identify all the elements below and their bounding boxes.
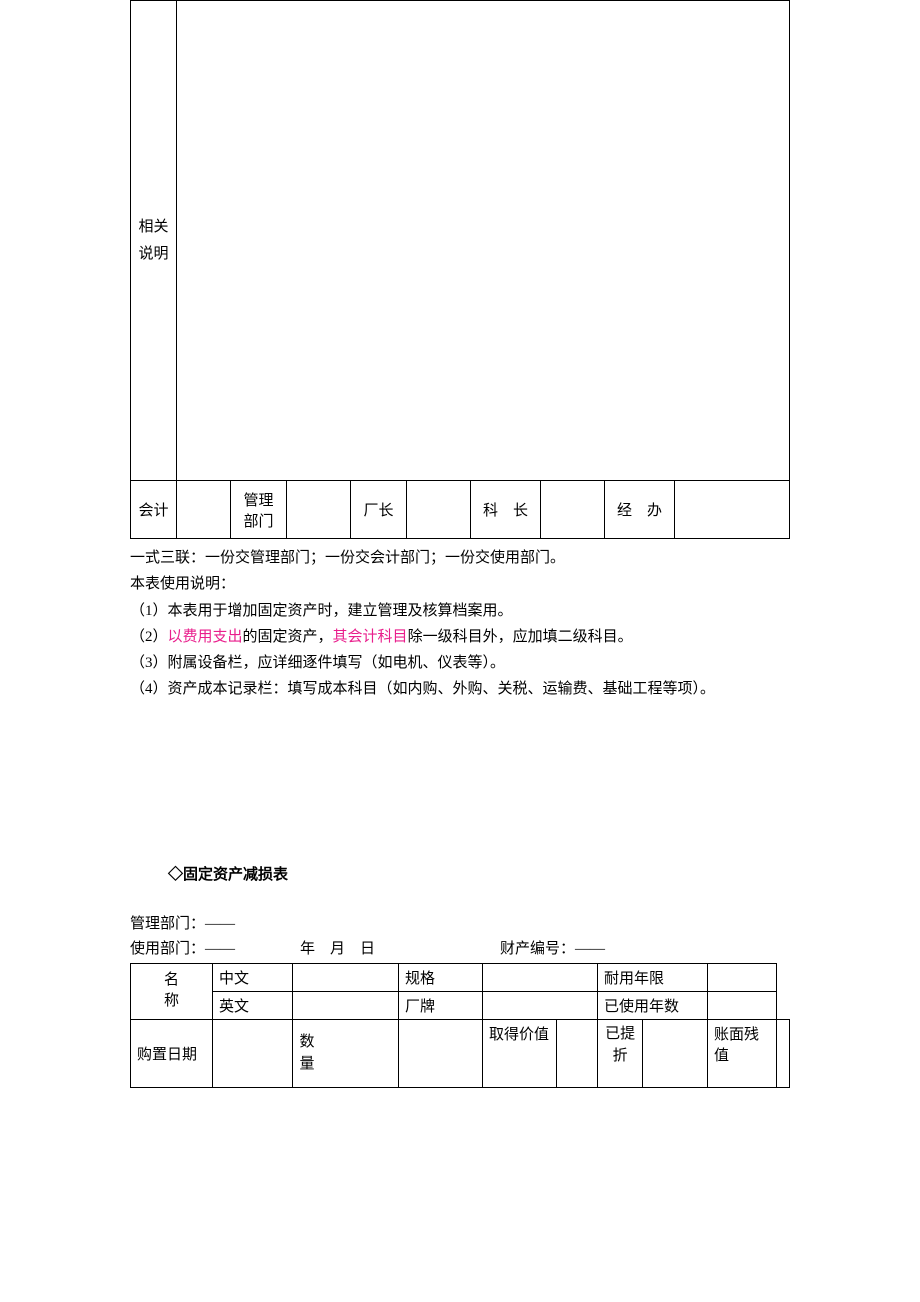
- empty-cell: [643, 1019, 708, 1087]
- mgmt-dept-label: 管理部门：: [130, 916, 205, 932]
- signer-mgmt-dept: 管理部门: [231, 481, 287, 539]
- chinese-label: 中文: [213, 963, 293, 991]
- purchase-date-label: 购置日期: [131, 1019, 213, 1087]
- brand-label: 厂牌: [399, 991, 483, 1019]
- signer-accounting: 会计: [131, 481, 177, 539]
- related-notes-label: 相关说明: [131, 1, 177, 481]
- empty-cell: [177, 481, 231, 539]
- use-dept-value: ——: [205, 941, 235, 957]
- property-no-label: 财产编号：: [500, 941, 575, 957]
- note-line: （2）以费用支出的固定资产，其会计科目除一级科目外，应加填二级科目。: [130, 624, 790, 650]
- english-label: 英文: [213, 991, 293, 1019]
- table-row: 会计 管理部门 厂长 科 长 经 办: [131, 481, 790, 539]
- empty-cell: [708, 991, 777, 1019]
- note-line: 一式三联：一份交管理部门；一份交会计部门；一份交使用部门。: [130, 545, 790, 571]
- text: 称: [164, 993, 179, 1009]
- empty-cell: [399, 1019, 483, 1087]
- note-line: （3）附属设备栏，应详细逐件填写（如电机、仪表等）。: [130, 650, 790, 676]
- empty-cell: [483, 963, 598, 991]
- used-years-label: 已使用年数: [598, 991, 708, 1019]
- related-notes-content: [177, 1, 790, 481]
- empty-cell: [556, 1019, 597, 1087]
- property-no-value: ——: [575, 941, 605, 957]
- note-line: 本表使用说明：: [130, 571, 790, 597]
- section-title: ◇固定资产减损表: [168, 863, 790, 884]
- table-row: 购置日期 数量 取得价值 已提折 账面残值: [131, 1019, 790, 1087]
- meta-line-1: 管理部门：——: [130, 912, 790, 938]
- date-field: 年 月 日: [300, 937, 500, 963]
- acquired-value-label: 取得价值: [483, 1019, 557, 1087]
- meta-line-2: 使用部门：—— 年 月 日 财产编号：——: [130, 937, 790, 963]
- highlight-text: 以费用支出: [168, 629, 243, 645]
- highlight-text: 其会计科目: [333, 629, 408, 645]
- empty-cell: [675, 481, 790, 539]
- use-dept-label: 使用部门：: [130, 941, 205, 957]
- mgmt-dept-value: ——: [205, 916, 235, 932]
- notes-block: 一式三联：一份交管理部门；一份交会计部门；一份交使用部门。 本表使用说明： （1…: [130, 545, 790, 703]
- empty-cell: [293, 963, 399, 991]
- text: 的固定资产，: [243, 629, 333, 645]
- empty-cell: [483, 991, 598, 1019]
- empty-cell: [293, 991, 399, 1019]
- table-related-notes: 相关说明 会计 管理部门 厂长 科 长 经 办: [130, 0, 790, 539]
- table-row: 英文 厂牌 已使用年数: [131, 991, 790, 1019]
- spec-label: 规格: [399, 963, 483, 991]
- empty-cell: [777, 1019, 790, 1087]
- text: 除一级科目外，应加填二级科目。: [408, 629, 633, 645]
- empty-cell: [407, 481, 471, 539]
- note-line: （4）资产成本记录栏：填写成本科目（如内购、外购、关税、运输费、基础工程等项）。: [130, 676, 790, 702]
- signer-section-chief: 科 长: [471, 481, 541, 539]
- text: （2）: [130, 629, 168, 645]
- note-line: （1）本表用于增加固定资产时，建立管理及核算档案用。: [130, 598, 790, 624]
- signer-handler: 经 办: [605, 481, 675, 539]
- empty-cell: [708, 963, 777, 991]
- table-row: 名 称 中文 规格 耐用年限: [131, 963, 790, 991]
- table-row: 相关说明: [131, 1, 790, 481]
- quantity-label: 数量: [293, 1019, 399, 1087]
- table-asset-loss: 名 称 中文 规格 耐用年限 英文 厂牌 已使用年数 购置日期 数量: [130, 963, 790, 1088]
- empty-cell: [213, 1019, 293, 1087]
- text: 名: [164, 972, 179, 988]
- depreciation-label: 已提折: [598, 1019, 643, 1087]
- name-label: 名 称: [131, 963, 213, 1019]
- empty-cell: [287, 481, 351, 539]
- signer-factory-director: 厂长: [351, 481, 407, 539]
- book-residual-label: 账面残值: [708, 1019, 777, 1087]
- durable-years-label: 耐用年限: [598, 963, 708, 991]
- empty-cell: [541, 481, 605, 539]
- text: 数量: [295, 1031, 319, 1076]
